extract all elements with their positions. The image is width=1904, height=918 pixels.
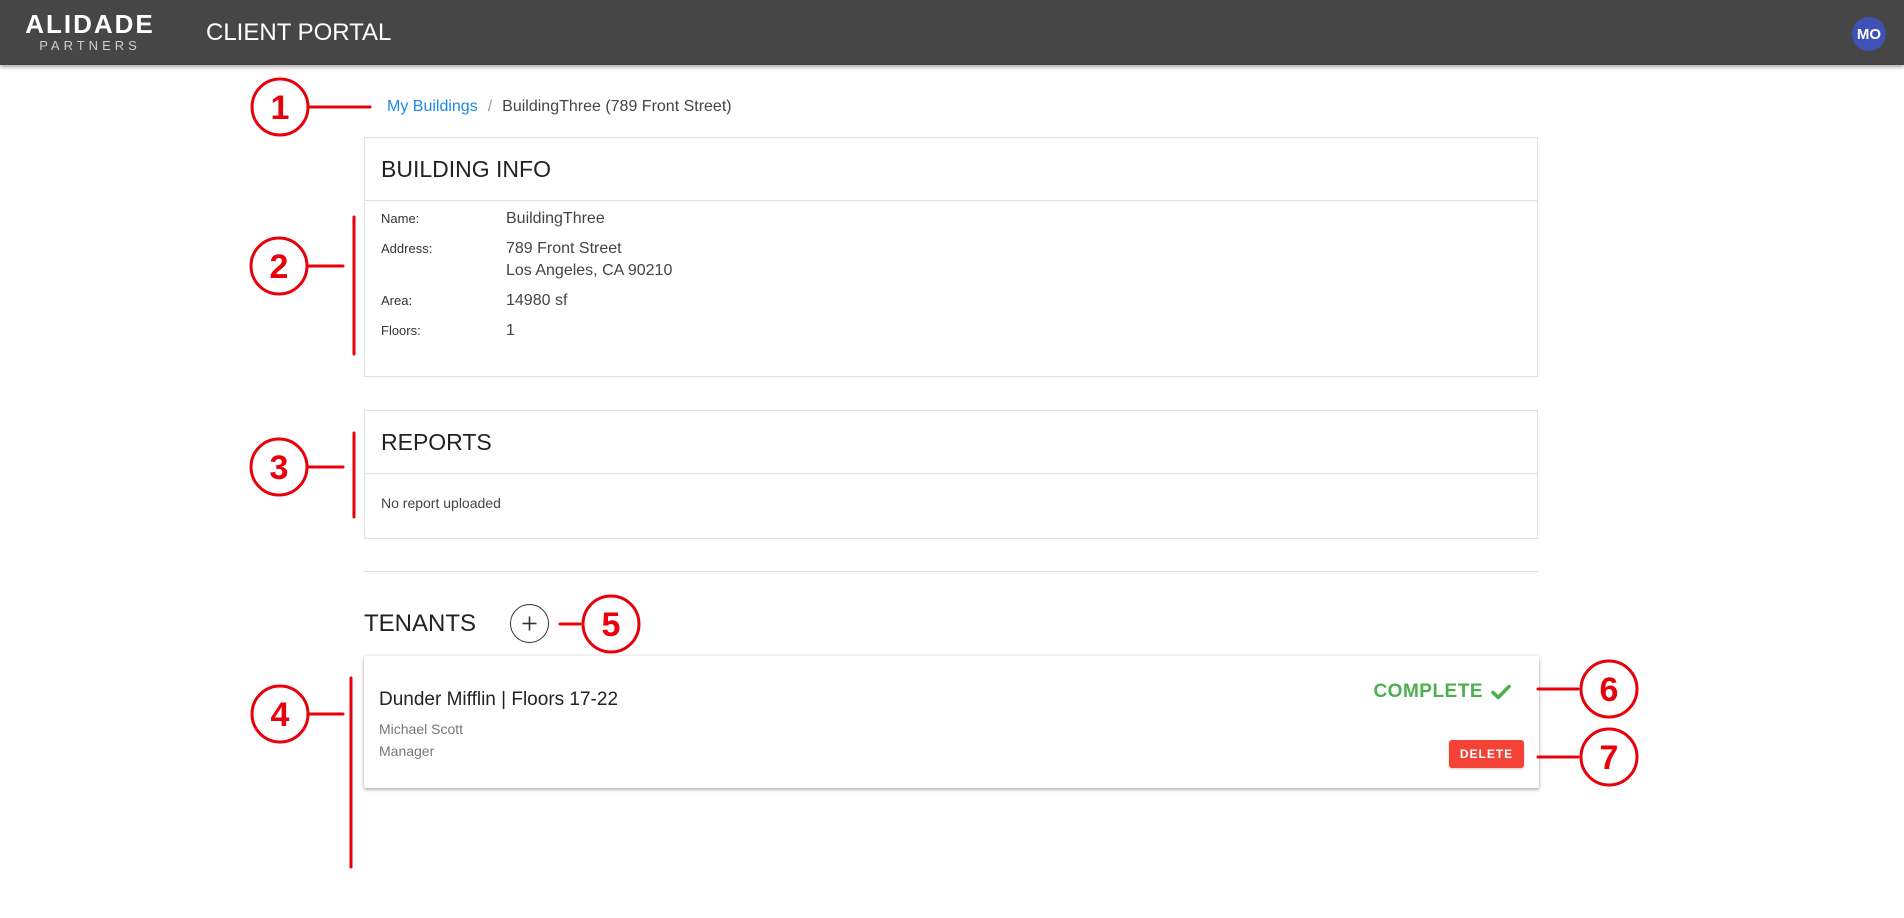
no-report-text: No report uploaded xyxy=(381,495,501,511)
top-app-bar: ALIDADE PARTNERS CLIENT PORTAL MO xyxy=(0,0,1904,65)
tenant-contact-name: Michael Scott xyxy=(379,721,464,737)
check-icon xyxy=(1491,684,1511,700)
annotation-number-4: 4 xyxy=(271,696,290,734)
tenant-contact: Michael Scott Manager xyxy=(379,718,463,762)
building-address-label: Address: xyxy=(381,241,433,256)
breadcrumb: My Buildings / BuildingThree (789 Front St… xyxy=(387,97,732,117)
building-floors-value: 1 xyxy=(506,322,515,339)
building-address-line-1: 789 Front Street xyxy=(506,240,622,257)
user-avatar[interactable]: MO xyxy=(1852,17,1886,51)
logo-main-text: ALIDADE xyxy=(25,9,155,39)
annotation-marker-3 xyxy=(249,437,309,497)
building-area-value: 14980 sf xyxy=(506,292,568,309)
annotation-marker-4 xyxy=(250,684,310,744)
logo-sub-text: PARTNERS xyxy=(39,38,141,53)
breadcrumb-current: BuildingThree (789 Front Street) xyxy=(502,98,732,115)
building-area-label: Area: xyxy=(381,293,413,308)
tenant-contact-role: Manager xyxy=(379,743,435,759)
portal-title: CLIENT PORTAL xyxy=(206,19,392,46)
annotation-number-2: 2 xyxy=(270,248,289,286)
annotation-number-1: 1 xyxy=(271,89,290,127)
building-info-heading: BUILDING INFO xyxy=(365,138,1537,201)
building-name-value: BuildingThree xyxy=(506,210,605,227)
breadcrumb-my-buildings-link[interactable]: My Buildings xyxy=(387,98,478,115)
section-divider xyxy=(364,571,1538,572)
building-name-label: Name: xyxy=(381,211,420,226)
annotation-marker-6 xyxy=(1579,659,1639,719)
tenant-card[interactable]: Dunder Mifflin | Floors 17-22 Michael Sc… xyxy=(364,656,1539,788)
tenants-heading: TENANTS xyxy=(364,610,477,637)
tenant-name: Dunder Mifflin | Floors 17-22 xyxy=(379,689,619,710)
breadcrumb-separator: / xyxy=(487,98,493,115)
annotation-marker-5 xyxy=(581,594,641,654)
annotation-marker-7 xyxy=(1579,727,1639,787)
building-floors-label: Floors: xyxy=(381,323,421,338)
status-complete-text: COMPLETE xyxy=(1373,681,1483,702)
annotation-marker-2 xyxy=(249,236,309,296)
building-address-line-2: Los Angeles, CA 90210 xyxy=(506,262,673,279)
alidade-partners-logo[interactable]: ALIDADE PARTNERS xyxy=(22,10,158,53)
annotation-number-6: 6 xyxy=(1600,671,1619,709)
reports-heading: REPORTS xyxy=(365,411,1537,474)
annotation-marker-1 xyxy=(250,77,310,137)
reports-card: REPORTS No report uploaded xyxy=(364,410,1538,539)
add-tenant-button[interactable] xyxy=(510,604,549,643)
delete-tenant-button[interactable]: DELETE xyxy=(1449,740,1524,768)
annotation-number-7: 7 xyxy=(1600,739,1619,777)
annotation-number-3: 3 xyxy=(270,449,289,487)
plus-icon xyxy=(522,616,537,631)
tenant-status: COMPLETE xyxy=(1373,681,1511,703)
annotation-number-5: 5 xyxy=(602,606,621,644)
building-info-card: BUILDING INFO Name: BuildingThree Addres… xyxy=(364,137,1538,377)
